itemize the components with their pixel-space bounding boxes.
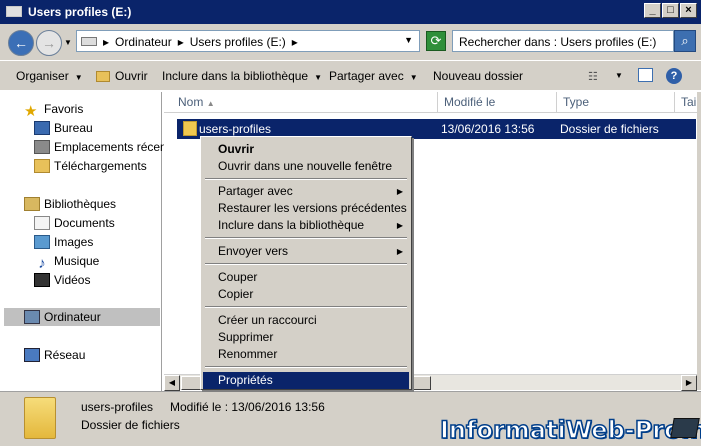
images-icon (34, 235, 50, 249)
nav-computer[interactable]: Ordinateur (4, 308, 160, 326)
search-icon[interactable]: ⌕ (674, 30, 696, 52)
recent-places-icon (34, 140, 50, 154)
network-icon (24, 348, 40, 362)
details-type: Dossier de fichiers (81, 418, 180, 432)
help-icon[interactable]: ? (666, 68, 682, 84)
column-modified[interactable]: Modifié le (437, 92, 556, 113)
folder-icon (24, 397, 56, 439)
laptop-icon (670, 418, 700, 438)
submenu-arrow-icon: ▶ (396, 187, 403, 196)
breadcrumb-dropdown-icon[interactable]: ▸ (292, 35, 298, 49)
minimize-button[interactable]: _ (644, 3, 661, 18)
title-bar: Users profiles (E:) _ □ × (0, 0, 701, 24)
preview-pane-icon[interactable] (638, 68, 653, 82)
chevron-down-icon: ▼ (409, 73, 418, 82)
music-icon: ♪ (38, 255, 46, 272)
context-menu: Ouvrir Ouvrir dans une nouvelle fenêtre … (200, 136, 412, 390)
open-button[interactable]: Ouvrir (96, 69, 148, 83)
drive-icon (81, 37, 97, 46)
window-edge (697, 92, 701, 390)
address-bar-area: ← → ▼ ▸ Ordinateur ▸ Users profiles (E:) ▸ ▼… (0, 24, 701, 60)
include-library-button[interactable]: Inclure dans la bibliothèque ▼ (162, 69, 322, 83)
nav-downloads[interactable]: Téléchargements (34, 157, 147, 175)
nav-network[interactable]: Réseau (24, 346, 85, 364)
nav-recent-places[interactable]: Emplacements récents (34, 138, 176, 156)
computer-icon (24, 310, 40, 324)
sort-ascending-icon: ▲ (206, 99, 215, 108)
folder-icon (96, 71, 110, 82)
chevron-down-icon: ▼ (74, 73, 83, 82)
submenu-arrow-icon: ▶ (396, 247, 403, 256)
menu-share-with[interactable]: Partager avec ▶ (203, 183, 409, 200)
folder-icon (183, 121, 197, 136)
refresh-button[interactable]: ⟳ (426, 31, 446, 51)
details-modified: Modifié le : 13/06/2016 13:56 (170, 400, 325, 414)
close-button[interactable]: × (680, 3, 697, 18)
menu-properties[interactable]: Propriétés (203, 372, 409, 389)
file-modified: 13/06/2016 13:56 (441, 122, 535, 136)
desktop-icon (34, 121, 50, 135)
submenu-arrow-icon: ▶ (396, 221, 403, 230)
scroll-right-button[interactable]: ▶ (681, 375, 697, 391)
window-title: Users profiles (E:) (28, 5, 132, 19)
breadcrumb-drive[interactable]: Users profiles (E:) (190, 35, 286, 49)
menu-create-shortcut[interactable]: Créer un raccourci (203, 312, 409, 329)
menu-open-new-window[interactable]: Ouvrir dans une nouvelle fenêtre (203, 158, 409, 175)
menu-include-library[interactable]: Inclure dans la bibliothèque ▶ (203, 217, 409, 234)
menu-restore-versions[interactable]: Restaurer les versions précédentes (203, 200, 409, 217)
drive-icon (6, 6, 22, 17)
videos-icon (34, 273, 50, 287)
menu-separator (205, 178, 407, 180)
share-with-button[interactable]: Partager avec ▼ (329, 69, 418, 83)
menu-rename[interactable]: Renommer (203, 346, 409, 363)
new-folder-button[interactable]: Nouveau dossier (433, 69, 523, 83)
history-dropdown-icon[interactable]: ▼ (64, 38, 72, 47)
view-dropdown-icon[interactable]: ▼ (615, 71, 623, 80)
star-icon: ★ (24, 103, 38, 120)
address-field[interactable]: ▸ Ordinateur ▸ Users profiles (E:) ▸ ▼ (76, 30, 420, 52)
nav-documents[interactable]: Documents (34, 214, 115, 232)
details-name: users-profiles (81, 400, 154, 414)
chevron-down-icon: ▼ (314, 73, 323, 82)
column-header: Nom ▲ Modifié le Type Tail (164, 92, 701, 113)
menu-separator (205, 237, 407, 239)
organize-button[interactable]: Organiser ▼ (16, 69, 83, 83)
menu-separator (205, 366, 407, 368)
breadcrumb-computer[interactable]: Ordinateur (115, 35, 172, 49)
documents-icon (34, 216, 50, 230)
back-button[interactable]: ← (8, 30, 34, 56)
column-name[interactable]: Nom ▲ (172, 92, 437, 113)
watermark-logo-text: InformatiWeb-Pro.net (439, 415, 701, 445)
scroll-left-button[interactable]: ◀ (164, 375, 180, 391)
nav-images[interactable]: Images (34, 233, 93, 251)
menu-separator (205, 263, 407, 265)
breadcrumb-separator-icon[interactable]: ▸ (178, 35, 184, 49)
forward-button[interactable]: → (36, 30, 62, 56)
view-options-icon[interactable]: ☷ (588, 70, 598, 83)
menu-cut[interactable]: Couper (203, 269, 409, 286)
breadcrumb-separator-icon[interactable]: ▸ (103, 35, 109, 49)
menu-delete[interactable]: Supprimer (203, 329, 409, 346)
nav-desktop[interactable]: Bureau (34, 119, 93, 137)
menu-copy[interactable]: Copier (203, 286, 409, 303)
libraries-icon (24, 197, 40, 211)
maximize-button[interactable]: □ (662, 3, 679, 18)
navigation-pane: ★ Favoris Bureau Emplacements récents Tél… (4, 92, 176, 392)
address-dropdown-icon[interactable]: ▼ (404, 35, 413, 45)
menu-separator (205, 306, 407, 308)
nav-videos[interactable]: Vidéos (34, 271, 90, 289)
command-bar: Organiser ▼ Ouvrir Inclure dans la biblio… (0, 60, 701, 90)
column-type[interactable]: Type (556, 92, 674, 113)
nav-libraries[interactable]: Bibliothèques (24, 195, 116, 213)
search-input[interactable]: Rechercher dans : Users profiles (E:) (452, 30, 674, 52)
nav-music[interactable]: ♪ Musique (34, 252, 99, 272)
menu-open[interactable]: Ouvrir (203, 141, 409, 158)
downloads-folder-icon (34, 159, 50, 173)
file-name: users-profiles (199, 122, 272, 136)
nav-favorites[interactable]: ★ Favoris (24, 100, 83, 120)
menu-send-to[interactable]: Envoyer vers ▶ (203, 243, 409, 260)
file-type: Dossier de fichiers (560, 122, 659, 136)
